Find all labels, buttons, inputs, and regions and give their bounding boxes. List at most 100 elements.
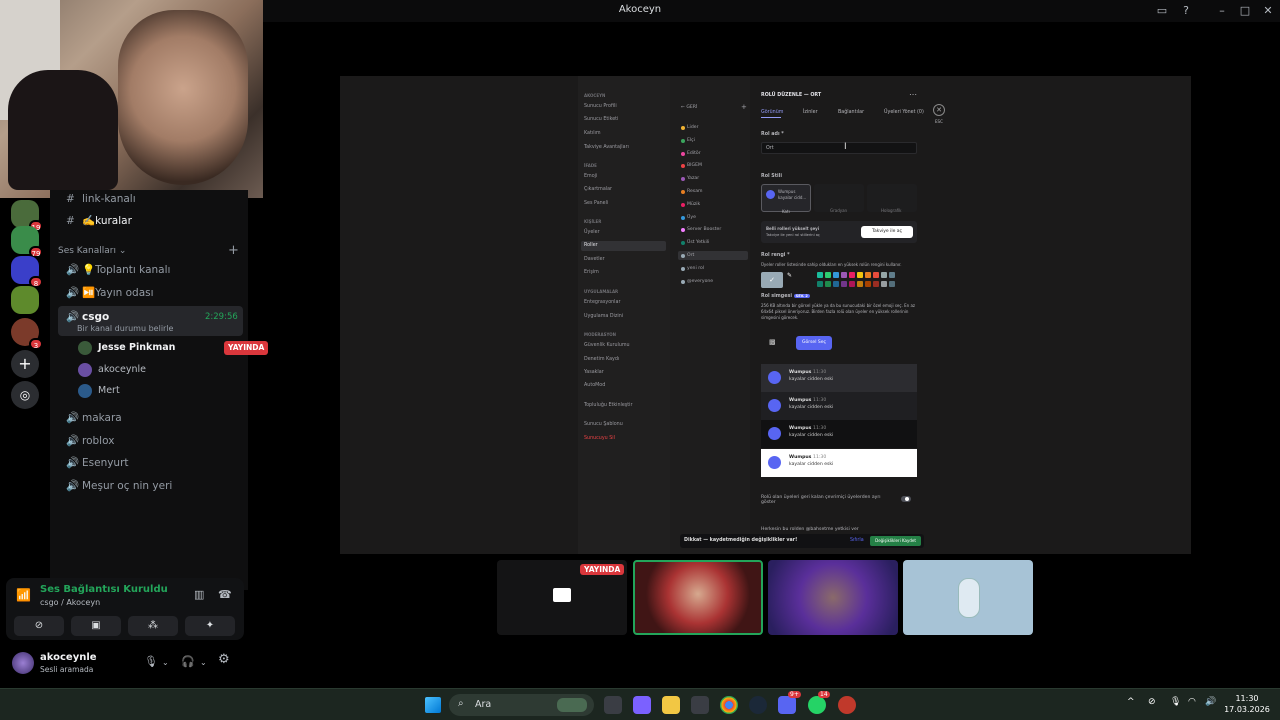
color-swatch[interactable] (865, 281, 871, 287)
copilot-icon[interactable] (633, 696, 651, 714)
nav-item[interactable]: Denetim Kaydı (584, 357, 619, 362)
role-item[interactable]: Server Booster (687, 227, 721, 232)
signal-icon[interactable]: 📶 (16, 588, 31, 602)
nav-item[interactable]: AutoMod (584, 383, 605, 388)
text-channel[interactable]: # ✍️kuralar (58, 210, 243, 232)
color-swatch[interactable] (881, 272, 887, 278)
maximize-button[interactable]: □ (1237, 3, 1253, 19)
more-icon[interactable]: ⋯ (909, 90, 917, 99)
color-swatch[interactable] (881, 281, 887, 287)
voice-channel[interactable]: 🔊 ⏯️Yayın odası (58, 282, 243, 304)
color-swatch[interactable] (849, 281, 855, 287)
nav-item[interactable]: Sunucu Etiketi (584, 117, 618, 122)
color-swatch[interactable] (889, 281, 895, 287)
nav-item[interactable]: Yasaklar (584, 370, 604, 375)
screen-share-stream[interactable]: AKOCEYN Sunucu Profili Sunucu Etiketi Ka… (340, 76, 1191, 554)
color-swatch[interactable] (833, 281, 839, 287)
chevron-up-icon[interactable]: ^ (1127, 697, 1135, 707)
role-item[interactable]: Yazar (687, 176, 699, 181)
clock[interactable]: 11:30 17.03.2026 (1222, 693, 1272, 715)
noise-suppression-icon[interactable]: ▥ (194, 588, 204, 601)
nav-item[interactable]: Güvenlik Kurulumu (584, 343, 630, 348)
server-icon[interactable]: 3 (11, 318, 43, 350)
tab-manage-members[interactable]: Üyeleri Yönet (0) (884, 110, 924, 115)
voice-channel-csgo[interactable]: 🔊 csgo 2:29:56 Bir kanal durumu belirle (58, 306, 243, 336)
discover-icon[interactable]: ◎ (11, 381, 39, 409)
server-icon[interactable]: 79 (11, 226, 43, 258)
nav-item[interactable]: Katılım (584, 131, 601, 136)
role-item[interactable]: Ort (687, 253, 694, 258)
chevron-down-icon[interactable]: ⌄ (200, 658, 207, 667)
color-swatch[interactable] (833, 272, 839, 278)
voice-channel[interactable]: 🔊 Esenyurt (58, 452, 243, 474)
nav-item-roles[interactable]: Roller (584, 243, 598, 248)
voice-channel[interactable]: 🔊 Meşur oç nin yeri (58, 475, 243, 497)
boost-unlock-button[interactable]: Takviye ile aç (861, 226, 913, 238)
voice-user[interactable]: akoceynle (78, 360, 146, 380)
nav-item[interactable]: Çıkartmalar (584, 187, 612, 192)
camera-off-button[interactable]: ⊘ (14, 616, 64, 636)
add-server-icon[interactable]: + (11, 350, 39, 378)
style-gradient-card[interactable]: Gradyan (814, 184, 864, 213)
back-button[interactable]: ← GERİ (681, 105, 697, 110)
network-off-icon[interactable]: ⊘ (1148, 697, 1156, 707)
chrome-icon[interactable] (720, 696, 738, 714)
taskbar-search[interactable]: ⌕ Ara (449, 694, 594, 716)
role-item[interactable]: Müzik (687, 202, 700, 207)
screen-share-button[interactable]: ▣ (71, 616, 121, 636)
participant-tile[interactable] (768, 560, 898, 635)
help-icon[interactable]: ? (1178, 3, 1194, 19)
color-swatch[interactable] (817, 281, 823, 287)
voice-category-header[interactable]: Ses Kanalları ⌄ (58, 246, 126, 256)
add-channel-icon[interactable]: + (228, 243, 239, 258)
toggle-separate[interactable] (901, 496, 911, 502)
custom-color-picker[interactable]: ✎ (787, 272, 809, 288)
close-icon[interactable]: ✕ (933, 104, 945, 116)
role-item[interactable]: Üye (687, 215, 696, 220)
voice-user[interactable]: Mert (78, 381, 120, 401)
role-item[interactable]: Elçi (687, 138, 695, 143)
role-item[interactable]: yeni rol (687, 266, 704, 271)
role-name-input[interactable]: Ort (761, 142, 917, 154)
style-solid-card[interactable]: Wumpus kayalar cidd... Katı (761, 184, 811, 214)
role-item[interactable]: Lider (687, 125, 698, 130)
tab-links[interactable]: Bağlantılar (838, 110, 864, 115)
avatar[interactable] (12, 652, 34, 674)
stream-tile[interactable]: YAYINDA (497, 560, 627, 635)
close-button[interactable]: ✕ (1260, 3, 1276, 19)
reset-button[interactable]: Sıfırla (850, 538, 864, 543)
inbox-icon[interactable]: ▭ (1154, 3, 1170, 19)
color-swatch[interactable] (857, 281, 863, 287)
nav-item[interactable]: Takviye Avantajları (584, 145, 629, 150)
nav-item[interactable]: Sunucu Profili (584, 104, 617, 109)
volume-icon[interactable]: 🔊 (1205, 697, 1216, 707)
server-icon[interactable]: 19 (11, 200, 43, 232)
default-color-swatch[interactable]: ✓ (761, 272, 783, 288)
windows-start-icon[interactable] (425, 697, 441, 713)
server-icon[interactable] (11, 286, 39, 314)
voice-channel[interactable]: 🔊 💡Toplantı kanalı (58, 259, 243, 281)
color-swatch[interactable] (825, 272, 831, 278)
nav-item[interactable]: Üyeler (584, 230, 600, 235)
task-view-icon[interactable] (604, 696, 622, 714)
channel-status[interactable]: Bir kanal durumu belirle (77, 318, 173, 340)
soundboard-button[interactable]: ✦ (185, 616, 235, 636)
choose-image-button[interactable]: Görsel Seç (796, 336, 832, 350)
app-icon[interactable] (838, 696, 856, 714)
nav-item[interactable]: Ses Paneli (584, 201, 608, 206)
tab-permissions[interactable]: İzinler (803, 110, 818, 115)
tab-display[interactable]: Görünüm (761, 110, 783, 115)
role-item[interactable]: Editör (687, 151, 701, 156)
discord-icon[interactable]: 9+ (778, 691, 801, 714)
color-swatch[interactable] (873, 272, 879, 278)
color-swatch[interactable] (865, 272, 871, 278)
voice-channel-path[interactable]: csgo / Akoceyn (40, 598, 100, 607)
nav-item[interactable]: Uygulama Dizini (584, 314, 623, 319)
microphone-icon[interactable]: 🎙 (144, 655, 158, 668)
store-icon[interactable] (691, 696, 709, 714)
color-swatch[interactable] (889, 272, 895, 278)
text-channel[interactable]: # link-kanalı (58, 188, 243, 210)
nav-item[interactable]: Entegrasyonlar (584, 300, 620, 305)
color-swatch[interactable] (857, 272, 863, 278)
headphones-icon[interactable]: 🎧 (181, 655, 195, 668)
